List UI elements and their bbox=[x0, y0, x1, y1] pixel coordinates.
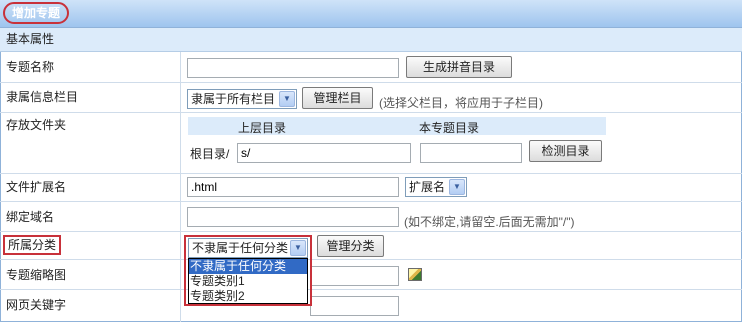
image-picker-icon[interactable] bbox=[408, 268, 422, 281]
self-dir-input[interactable] bbox=[420, 143, 522, 163]
self-dir-header: 本专题目录 bbox=[419, 121, 480, 135]
domain-input[interactable] bbox=[187, 207, 399, 227]
category-option[interactable]: 专题类别2 bbox=[189, 289, 307, 304]
column-hint: (选择父栏目，将应用于子栏目) bbox=[379, 96, 543, 110]
ext-input[interactable] bbox=[187, 177, 399, 197]
ext-select-value: 扩展名 bbox=[409, 180, 446, 194]
parent-dir-input[interactable] bbox=[237, 143, 411, 163]
column-select[interactable]: 隶属于所有栏目 ▼ bbox=[187, 89, 297, 109]
generate-pinyin-button[interactable]: 生成拼音目录 bbox=[406, 56, 512, 78]
category-options: 不隶属于任何分类 专题类别1 专题类别2 bbox=[188, 258, 308, 304]
header-bar: 增加专题 bbox=[0, 0, 742, 28]
chevron-down-icon: ▼ bbox=[290, 240, 306, 256]
folder-header: 上层目录 本专题目录 bbox=[188, 117, 606, 135]
domain-label: 绑定域名 bbox=[6, 210, 55, 224]
category-select-value: 不隶属于任何分类 bbox=[192, 241, 289, 255]
page-title: 增加专题 bbox=[3, 2, 70, 24]
name-label: 专题名称 bbox=[6, 60, 55, 74]
domain-hint: (如不绑定,请留空.后面无需加"/") bbox=[404, 215, 575, 229]
manage-category-button[interactable]: 管理分类 bbox=[317, 235, 384, 257]
keywords-label: 网页关键字 bbox=[6, 298, 67, 312]
category-option[interactable]: 专题类别1 bbox=[189, 274, 307, 289]
ext-select[interactable]: 扩展名 ▼ bbox=[405, 177, 467, 197]
keywords-input[interactable] bbox=[310, 296, 399, 316]
manage-column-button[interactable]: 管理栏目 bbox=[302, 87, 373, 109]
name-input[interactable] bbox=[187, 58, 399, 78]
column-label: 隶属信息栏目 bbox=[6, 90, 79, 104]
category-label: 所属分类 bbox=[3, 235, 62, 255]
chevron-down-icon: ▼ bbox=[279, 91, 295, 107]
thumb-label: 专题缩略图 bbox=[6, 268, 67, 282]
chevron-down-icon: ▼ bbox=[449, 179, 465, 195]
folder-label: 存放文件夹 bbox=[6, 118, 67, 132]
category-select[interactable]: 不隶属于任何分类 ▼ bbox=[188, 238, 308, 258]
column-select-value: 隶属于所有栏目 bbox=[191, 92, 276, 106]
category-option[interactable]: 不隶属于任何分类 bbox=[189, 259, 307, 274]
thumb-input[interactable] bbox=[310, 266, 399, 286]
check-dir-button[interactable]: 检测目录 bbox=[529, 140, 602, 162]
ext-label: 文件扩展名 bbox=[6, 180, 67, 194]
root-dir-label: 根目录/ bbox=[190, 147, 230, 161]
section-title: 基本属性 bbox=[0, 28, 742, 52]
parent-dir-header: 上层目录 bbox=[238, 121, 287, 135]
